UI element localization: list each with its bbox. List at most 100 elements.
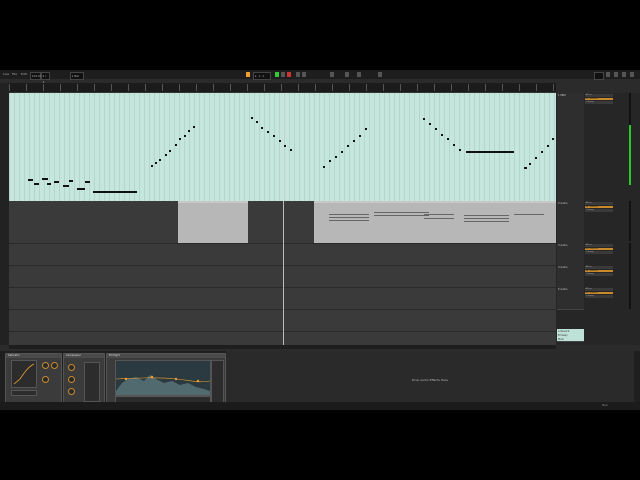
midi-note[interactable]	[290, 149, 292, 151]
clip-header[interactable]	[178, 201, 248, 203]
key-map-mode-icon[interactable]	[614, 72, 618, 77]
key-map-icon[interactable]	[378, 72, 382, 77]
eq-eight-device[interactable]: EQ Eight	[106, 353, 226, 409]
io-selector[interactable]: 1 Group	[585, 101, 613, 104]
midi-note[interactable]	[329, 160, 331, 162]
midi-note[interactable]	[28, 179, 33, 181]
midi-note[interactable]	[54, 181, 59, 183]
type-menu[interactable]	[11, 390, 37, 396]
track-name[interactable]: 1 MIDI	[558, 94, 566, 97]
io-selector[interactable]: All Channels	[585, 247, 613, 250]
track-name[interactable]: Main	[558, 338, 564, 341]
io-selector[interactable]: 1 Group	[585, 209, 613, 212]
io-selector[interactable]: All Channels	[585, 205, 613, 208]
midi-note[interactable]	[47, 183, 51, 185]
automation-arm-icon[interactable]	[302, 72, 306, 77]
track-header[interactable]: 1 MIDI	[557, 93, 584, 202]
io-selector[interactable]: All Ins	[585, 266, 613, 269]
saturator-device[interactable]: Saturator	[5, 353, 62, 409]
device-title[interactable]: Compressor	[64, 354, 104, 358]
io-selector[interactable]: All Channels	[585, 97, 613, 100]
track-header[interactable]: 5 Audio	[557, 287, 584, 310]
midi-note[interactable]	[453, 144, 455, 146]
eq-gain-controls[interactable]	[211, 360, 224, 406]
midi-note[interactable]	[42, 178, 48, 180]
audio-clip[interactable]	[178, 201, 248, 243]
midi-note[interactable]	[335, 156, 337, 158]
midi-note[interactable]	[273, 135, 275, 137]
ratio-knob[interactable]	[68, 376, 75, 383]
time-ruler-bottom[interactable]	[9, 345, 556, 349]
midi-note[interactable]	[547, 145, 549, 147]
midi-note[interactable]	[341, 151, 343, 153]
midi-note[interactable]	[175, 144, 177, 146]
midi-note[interactable]	[155, 162, 157, 164]
midi-note[interactable]	[151, 165, 153, 167]
midi-note[interactable]	[169, 150, 171, 152]
record-icon[interactable]	[287, 72, 291, 77]
beat-time-ruler[interactable]	[9, 83, 556, 93]
midi-note[interactable]	[459, 149, 461, 151]
midi-note[interactable]	[184, 135, 186, 137]
io-selector[interactable]: 1 Group	[585, 273, 613, 276]
midi-note[interactable]	[429, 123, 431, 125]
midi-note[interactable]	[63, 185, 69, 187]
midi-note[interactable]	[279, 140, 281, 142]
midi-note[interactable]	[423, 118, 425, 120]
device-title[interactable]: Saturator	[6, 354, 61, 358]
track-io-controls[interactable]: All Ins All Channels 1 Group	[585, 266, 613, 280]
track-header[interactable]: 4 Audio	[557, 265, 584, 288]
io-selector[interactable]: All Ins	[585, 94, 613, 97]
device-title[interactable]: EQ Eight	[107, 354, 225, 358]
overdub-icon[interactable]	[296, 72, 300, 77]
midi-note[interactable]	[347, 145, 349, 147]
eq-spectrum-display[interactable]	[115, 360, 211, 396]
track-header[interactable]: Main	[557, 337, 584, 342]
dry-wet-knob[interactable]	[42, 376, 49, 383]
time-signature-field[interactable]: 4 / 4	[41, 71, 50, 84]
midi-note[interactable]	[179, 138, 181, 140]
output-knob[interactable]	[51, 362, 58, 369]
draw-mode-icon[interactable]	[330, 72, 334, 77]
track-io-controls[interactable]: All Ins All Channels 1 Group	[585, 94, 613, 108]
midi-note[interactable]	[77, 188, 85, 190]
midi-note[interactable]	[188, 130, 190, 132]
quantize-menu[interactable]: 1 Bar	[70, 71, 84, 80]
midi-note[interactable]	[85, 181, 90, 183]
threshold-knob[interactable]	[68, 364, 75, 371]
midi-note[interactable]	[529, 163, 531, 165]
midi-note[interactable]	[34, 183, 39, 185]
track-io-controls[interactable]: All Ins All Channels 1 Group	[585, 244, 613, 258]
midi-note[interactable]	[267, 131, 269, 133]
io-selector[interactable]: All Ins	[585, 288, 613, 291]
midi-note[interactable]	[251, 117, 253, 119]
midi-note[interactable]	[359, 135, 361, 137]
follow-icon[interactable]	[246, 72, 250, 77]
clip-header[interactable]	[314, 201, 556, 203]
stop-icon[interactable]	[281, 72, 285, 77]
menu-edit[interactable]: Edit	[21, 70, 27, 79]
arrangement-position-field[interactable]: 1. 1. 1	[253, 71, 271, 80]
midi-note[interactable]	[261, 127, 263, 129]
overview-strip[interactable]	[0, 83, 9, 345]
midi-note[interactable]	[323, 166, 325, 168]
midi-note[interactable]	[159, 159, 161, 161]
midi-note[interactable]	[353, 140, 355, 142]
midi-note[interactable]	[524, 167, 527, 169]
tempo-field[interactable]: 120.00	[30, 71, 42, 80]
menu-file[interactable]: File	[12, 70, 17, 79]
midi-note[interactable]	[284, 145, 286, 147]
punch-in-icon[interactable]	[357, 72, 361, 77]
menu-live[interactable]: Live	[3, 70, 9, 79]
track-header[interactable]: 2 Audio	[557, 201, 584, 244]
midi-note[interactable]	[541, 151, 543, 153]
track-name[interactable]: 5 Audio	[558, 288, 568, 291]
drive-knob[interactable]	[42, 362, 49, 369]
loop-icon[interactable]	[345, 72, 349, 77]
io-selector[interactable]: 1 Group	[585, 295, 613, 298]
track-name[interactable]: 3 Audio	[558, 244, 568, 247]
audio-clip[interactable]	[314, 201, 556, 243]
track-header[interactable]: 3 Audio	[557, 243, 584, 266]
midi-note[interactable]	[435, 128, 437, 130]
midi-note[interactable]	[447, 138, 449, 140]
